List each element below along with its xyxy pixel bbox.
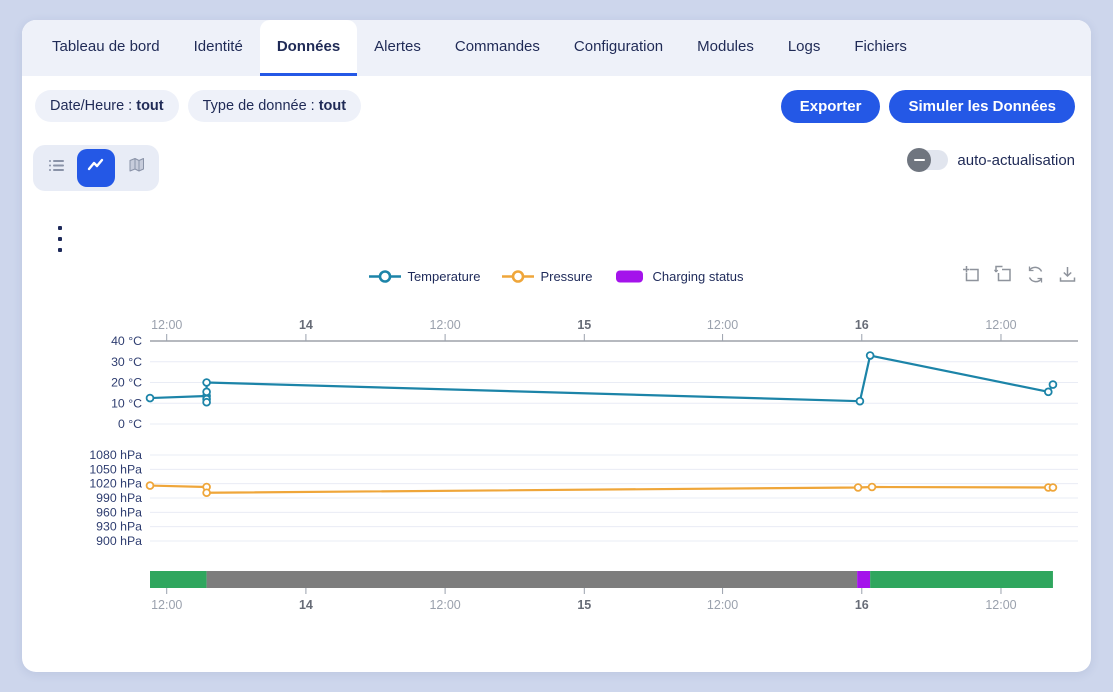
auto-refresh-label: auto-actualisation [957, 152, 1075, 169]
legend-item-charging-status[interactable]: Charging status [614, 269, 743, 284]
chart-header: Temperature Pressure Charging status [22, 263, 1091, 289]
svg-text:930 hPa: 930 hPa [96, 520, 142, 534]
filter-chips: Date/Heure : tout Type de donnée : tout [35, 90, 361, 122]
tab-configuration[interactable]: Configuration [557, 20, 680, 76]
svg-text:1020 hPa: 1020 hPa [89, 477, 142, 491]
svg-text:30 °C: 30 °C [111, 355, 142, 369]
restore-icon[interactable] [1026, 265, 1045, 284]
svg-text:12:00: 12:00 [151, 318, 182, 332]
svg-text:12:00: 12:00 [429, 318, 460, 332]
pressure-y-axis: 1080 hPa1050 hPa1020 hPa990 hPa960 hPa93… [89, 448, 1078, 548]
toggle-knob [907, 148, 931, 172]
svg-text:12:00: 12:00 [985, 598, 1016, 612]
chart-view-button[interactable] [77, 149, 115, 187]
svg-text:990 hPa: 990 hPa [96, 491, 142, 505]
svg-text:1050 hPa: 1050 hPa [89, 462, 142, 476]
svg-text:10 °C: 10 °C [111, 396, 142, 410]
download-icon[interactable] [1058, 265, 1077, 284]
map-view-button[interactable] [117, 149, 155, 187]
view-switcher [33, 145, 159, 191]
zoom-back-icon[interactable] [994, 265, 1013, 284]
temperature-y-axis: 40 °C 30 °C 20 °C 10 °C 0 °C [111, 334, 1078, 431]
svg-text:1080 hPa: 1080 hPa [89, 448, 142, 462]
chart-menu-button[interactable] [53, 226, 67, 252]
tab-tableau-de-bord[interactable]: Tableau de bord [35, 20, 177, 76]
tab-fichiers[interactable]: Fichiers [837, 20, 924, 76]
svg-text:900 hPa: 900 hPa [96, 534, 142, 548]
svg-text:15: 15 [577, 598, 591, 612]
device-data-panel: Tableau de bordIdentitéDonnéesAlertesCom… [22, 20, 1091, 672]
chart-canvas[interactable]: 12:00 14 12:00 15 12:00 16 12:00 40 °C 30 °C 20 °… [62, 305, 1085, 620]
zoom-select-icon[interactable] [962, 265, 981, 284]
legend-item-temperature[interactable]: Temperature [369, 269, 480, 284]
svg-text:15: 15 [577, 318, 591, 332]
tab-alertes[interactable]: Alertes [357, 20, 438, 76]
x-axis-top: 12:00 14 12:00 15 12:00 16 12:00 [150, 318, 1078, 341]
svg-text:0 °C: 0 °C [118, 417, 142, 431]
legend-item-pressure[interactable]: Pressure [502, 269, 592, 284]
export-button[interactable]: Exporter [781, 90, 881, 123]
svg-text:16: 16 [855, 598, 869, 612]
tab-identite[interactable]: Identité [177, 20, 260, 76]
tab-bar: Tableau de bordIdentitéDonnéesAlertesCom… [22, 20, 1091, 76]
charging-status-band [150, 571, 1053, 588]
filter-chip-date-heure[interactable]: Date/Heure : tout [35, 90, 179, 122]
filter-action-row: Date/Heure : tout Type de donnée : tout E… [35, 90, 1075, 123]
svg-text:12:00: 12:00 [151, 598, 182, 612]
chart-legend: Temperature Pressure Charging status [22, 263, 1091, 289]
svg-text:16: 16 [855, 318, 869, 332]
auto-refresh-toggle[interactable] [910, 150, 948, 170]
pressure-series [147, 482, 1057, 496]
auto-refresh-control: auto-actualisation [910, 150, 1075, 170]
svg-text:12:00: 12:00 [429, 598, 460, 612]
simulate-data-button[interactable]: Simuler les Données [889, 90, 1075, 123]
list-icon [47, 156, 66, 180]
chart-toolbox [962, 265, 1077, 284]
view-toggle-row: auto-actualisation [33, 145, 1075, 191]
temperature-series [147, 352, 1057, 405]
filter-chip-type-de-donnee[interactable]: Type de donnée : tout [188, 90, 361, 122]
svg-text:40 °C: 40 °C [111, 334, 142, 348]
tab-commandes[interactable]: Commandes [438, 20, 557, 76]
svg-text:12:00: 12:00 [985, 318, 1016, 332]
svg-text:12:00: 12:00 [707, 598, 738, 612]
action-buttons: Exporter Simuler les Données [781, 90, 1075, 123]
list-view-button[interactable] [37, 149, 75, 187]
tab-donnees[interactable]: Données [260, 20, 357, 76]
svg-text:12:00: 12:00 [707, 318, 738, 332]
svg-text:960 hPa: 960 hPa [96, 505, 142, 519]
svg-text:20 °C: 20 °C [111, 376, 142, 390]
svg-text:14: 14 [299, 598, 313, 612]
svg-text:14: 14 [299, 318, 313, 332]
map-icon [127, 156, 146, 180]
tab-modules[interactable]: Modules [680, 20, 771, 76]
x-axis-bottom: 12:00 14 12:00 15 12:00 16 12:00 [151, 588, 1017, 612]
line-chart-icon [86, 156, 106, 181]
tab-logs[interactable]: Logs [771, 20, 838, 76]
